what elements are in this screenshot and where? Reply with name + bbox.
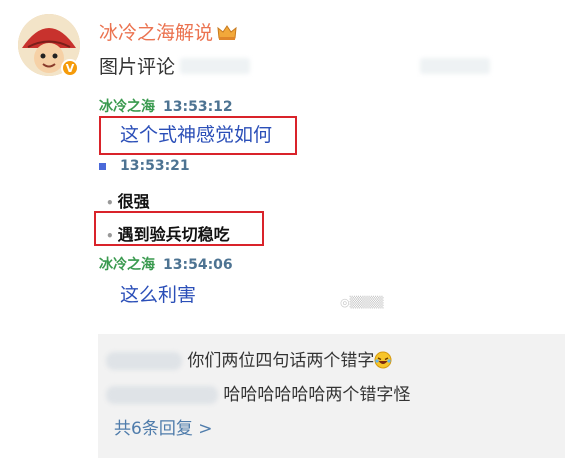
- verified-badge-icon: V: [61, 59, 79, 77]
- reply-text: 你们两位四句话两个错字: [187, 351, 375, 371]
- watermark-icon: ◎▒▒▒▒: [340, 296, 384, 309]
- chat-sender: 冰冷之海: [99, 257, 155, 273]
- crown-icon: [217, 25, 237, 40]
- user-small-icon: [99, 162, 106, 170]
- highlight-box: [99, 116, 297, 155]
- chat-message-4: 这么利害: [120, 284, 197, 306]
- chat-message-2: • 很强: [106, 188, 150, 212]
- laugh-cry-emoji-icon: [374, 351, 392, 369]
- post-text: 图片评论: [99, 56, 176, 78]
- replies-panel: 你们两位四句话两个错字 哈哈哈哈哈哈两个错字怪 共6条回复 >: [98, 334, 565, 458]
- chat-meta-3: 冰冷之海 13:54:06: [99, 254, 233, 274]
- reply-2: 哈哈哈哈哈哈两个错字怪: [106, 380, 410, 405]
- reply-username-blurred[interactable]: [106, 352, 182, 370]
- chat-text: 很强: [117, 192, 150, 211]
- reply-1: 你们两位四句话两个错字: [106, 346, 392, 371]
- reply-text: 哈哈哈哈哈哈两个错字怪: [223, 385, 411, 405]
- chat-meta-1: 冰冷之海 13:53:12: [99, 96, 233, 116]
- highlight-box: [94, 211, 264, 246]
- blurred-region: [420, 58, 490, 74]
- chat-sender: 冰冷之海: [99, 99, 155, 115]
- bullet-icon: •: [106, 196, 114, 210]
- blurred-region: [180, 58, 250, 74]
- chat-meta-2: 13:53:21: [99, 158, 190, 174]
- post-username[interactable]: 冰冷之海解说: [99, 18, 237, 45]
- chat-time: 13:54:06: [163, 257, 233, 273]
- view-more-replies-link[interactable]: 共6条回复 >: [114, 414, 212, 439]
- chat-time: 13:53:21: [120, 158, 190, 174]
- username-text[interactable]: 冰冷之海解说: [99, 22, 213, 44]
- reply-username-blurred[interactable]: [106, 386, 218, 404]
- chat-time: 13:53:12: [163, 99, 233, 115]
